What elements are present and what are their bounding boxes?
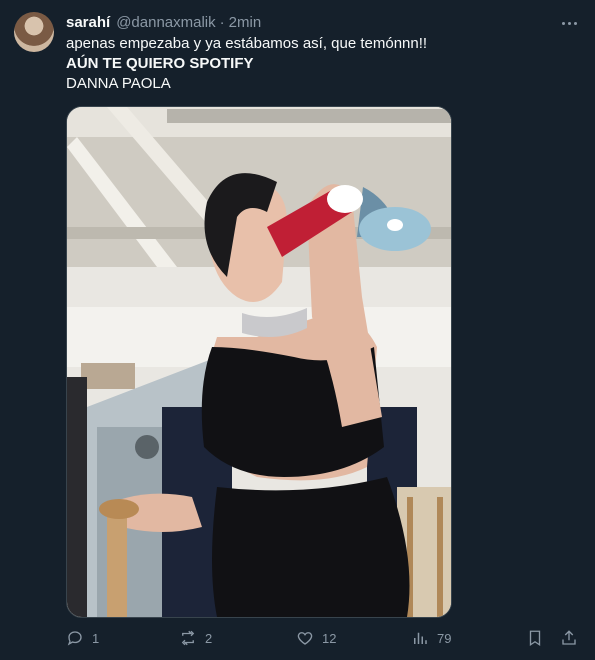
views-count: 79	[437, 630, 452, 646]
photo-woman-drinking-image	[67, 107, 451, 617]
user-handle[interactable]: @dannaxmalik	[116, 14, 215, 31]
retweet-count: 2	[205, 630, 213, 646]
share-icon	[562, 630, 576, 645]
reply-icon	[67, 631, 82, 646]
tweet-text-line-3: DANNA PAOLA	[66, 75, 171, 92]
bookmark-button[interactable]	[526, 626, 552, 650]
retweet-button[interactable]: 2	[179, 626, 212, 650]
tweet-media-photo[interactable]	[66, 106, 452, 618]
tweet-header: sarahí @dannaxmalik · 2min	[66, 12, 261, 32]
display-name[interactable]: sarahí	[66, 14, 110, 31]
user-avatar[interactable]	[14, 12, 54, 52]
timestamp[interactable]: 2min	[229, 14, 262, 31]
tweet-text-line-1: apenas empezaba y ya estábamos así, que …	[66, 35, 428, 52]
heart-icon	[297, 632, 313, 645]
tweet-actions: 1 2 12 79	[66, 626, 586, 650]
reply-button[interactable]: 1	[66, 626, 99, 650]
bookmark-icon	[529, 630, 541, 647]
like-count: 12	[322, 630, 337, 646]
tweet-text: apenas empezaba y ya estábamos así, que …	[66, 34, 566, 94]
tweet-text-line-2: AÚN TE QUIERO SPOTIFY	[66, 55, 254, 72]
retweet-icon	[181, 630, 195, 646]
views-icon	[414, 632, 427, 644]
more-options-icon[interactable]	[559, 13, 579, 33]
reply-count: 1	[92, 630, 100, 646]
separator-dot: ·	[219, 13, 225, 31]
views-button[interactable]: 79	[411, 626, 451, 650]
like-button[interactable]: 12	[296, 626, 336, 650]
share-button[interactable]	[560, 626, 586, 650]
tweet-card[interactable]: sarahí @dannaxmalik · 2min apenas empeza…	[0, 0, 595, 660]
